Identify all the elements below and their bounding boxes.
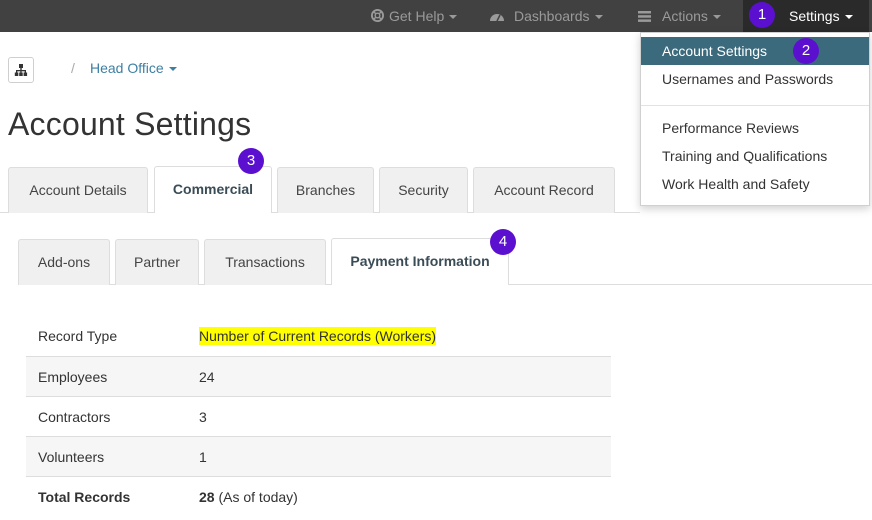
step-badge-4: 4 [490,229,516,255]
step-badge-2: 2 [793,38,819,64]
menu-divider [641,105,869,106]
record-type-value: Number of Current Records (Workers) [199,327,437,345]
step-badge-1: 1 [749,2,775,28]
list-icon [638,0,651,32]
lifebuoy-icon [371,0,384,32]
table-total-row: Total Records 28 (As of today) [26,476,611,516]
contractors-count: 3 [199,409,207,425]
tab-security[interactable]: Security [379,167,468,213]
page-title: Account Settings [8,106,252,142]
tab-partner[interactable]: Partner [115,239,199,285]
menu-item-account-settings[interactable]: Account Settings [641,37,869,65]
employees-count: 24 [199,369,215,385]
contractors-label: Contractors [38,409,111,425]
settings-dropdown: Account Settings Usernames and Passwords… [640,32,870,206]
dashboard-gauge-icon [489,0,505,32]
step-badge-3: 3 [238,148,264,174]
actions-label: Actions [662,8,708,24]
menu-item-training-qualifications[interactable]: Training and Qualifications [641,142,869,170]
tab-branches[interactable]: Branches [277,167,374,213]
tab-payment-information[interactable]: Payment Information [331,238,509,285]
record-type-label: Record Type [38,328,118,344]
table-row: Volunteers 1 [26,436,611,476]
org-chart-button[interactable] [8,57,34,83]
breadcrumb-head-office[interactable]: Head Office [90,60,177,76]
get-help-menu[interactable]: Get Help [371,0,458,32]
menu-item-performance-reviews[interactable]: Performance Reviews [641,114,869,142]
dashboards-menu[interactable]: Dashboards [489,0,603,32]
total-records-value: 28 (As of today) [199,489,298,505]
actions-menu[interactable]: Actions [638,0,721,32]
caret-down-icon [449,15,458,20]
tab-account-record[interactable]: Account Record [473,167,615,213]
caret-down-icon [594,15,603,20]
caret-down-icon [844,15,853,20]
table-row: Employees 24 [26,356,611,396]
breadcrumb-separator: / [71,60,75,76]
total-records-label: Total Records [38,489,131,505]
tab-account-details[interactable]: Account Details [8,167,148,213]
top-navbar: Get Help Dashboards Actions Settings [0,0,872,32]
tab-add-ons[interactable]: Add-ons [18,239,110,285]
table-header-row: Record Type Number of Current Records (W… [26,316,611,356]
caret-down-icon [168,67,177,72]
caret-down-icon [712,15,721,20]
volunteers-label: Volunteers [38,449,105,465]
settings-label: Settings [789,0,853,32]
volunteers-count: 1 [199,449,207,465]
employees-label: Employees [38,369,108,385]
tab-transactions[interactable]: Transactions [204,239,326,285]
sitemap-icon [14,64,28,76]
get-help-label: Get Help [389,8,445,24]
menu-item-usernames-passwords[interactable]: Usernames and Passwords [641,65,869,93]
dashboards-label: Dashboards [514,8,590,24]
menu-item-work-health-safety[interactable]: Work Health and Safety [641,170,869,198]
table-row: Contractors 3 [26,396,611,436]
